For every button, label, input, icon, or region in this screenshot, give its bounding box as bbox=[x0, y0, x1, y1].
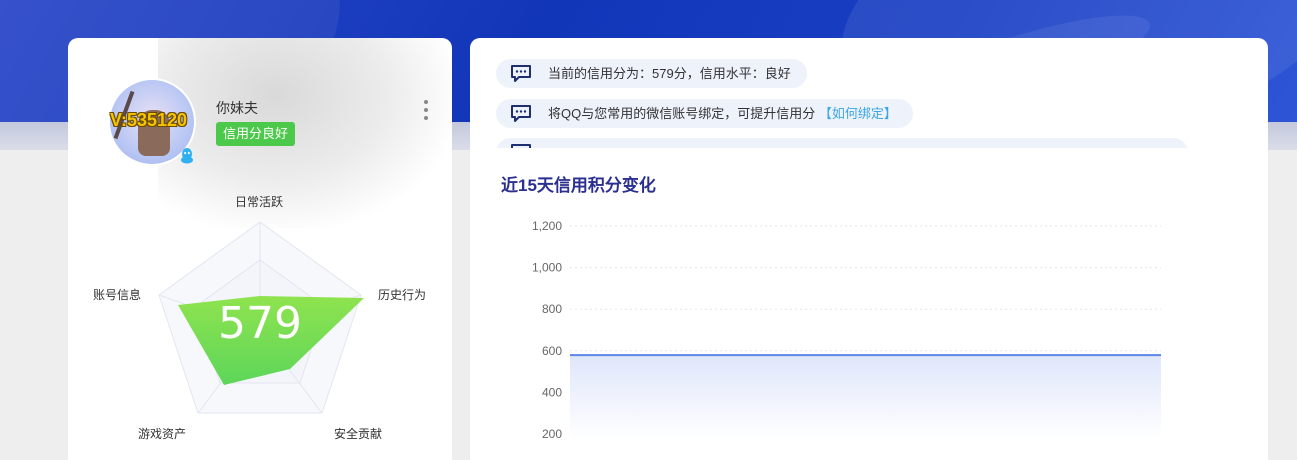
profile-card: V:535120 你妹夫 信用分良好 日常活跃 历史行为 安全贡献 游戏资产 账… bbox=[68, 38, 452, 460]
credit-trend-chart: 1,200 1,000 800 600 400 200 bbox=[470, 208, 1268, 460]
how-to-bind-link[interactable]: 【如何绑定】 bbox=[819, 106, 897, 121]
notice-partially-hidden bbox=[496, 138, 1188, 148]
radar-label-history-behavior: 历史行为 bbox=[378, 288, 427, 302]
message-icon bbox=[511, 105, 531, 122]
y-tick-label: 1,200 bbox=[532, 219, 562, 233]
credit-info-card: 当前的信用分为：579分，信用水平：良好 将QQ与您常用的微信账号绑定，可提升信… bbox=[470, 38, 1268, 460]
radar-label-game-assets: 游戏资产 bbox=[138, 427, 187, 441]
more-options-icon[interactable] bbox=[422, 98, 430, 122]
credit-radar-chart: 日常活跃 历史行为 安全贡献 游戏资产 账号信息 579 bbox=[68, 188, 452, 460]
chart-svg: 1,200 1,000 800 600 400 200 bbox=[532, 219, 1162, 441]
radar-label-security-contribution: 安全贡献 bbox=[334, 427, 383, 441]
y-tick-label: 1,000 bbox=[532, 261, 562, 275]
vip-label: V:535120 bbox=[110, 110, 188, 130]
qq-penguin-icon bbox=[181, 148, 193, 164]
chart-title: 近15天信用积分变化 bbox=[501, 176, 656, 195]
username: 你妹夫 bbox=[216, 100, 258, 116]
message-icon bbox=[511, 144, 531, 148]
radar-label-account-info: 账号信息 bbox=[93, 288, 142, 302]
notice-current-score: 当前的信用分为：579分，信用水平：良好 bbox=[496, 59, 807, 88]
notice-text: 当前的信用分为：579分，信用水平：良好 bbox=[548, 66, 791, 81]
y-tick-label: 600 bbox=[542, 344, 562, 358]
notice-text: 将QQ与您常用的微信账号绑定，可提升信用分 bbox=[548, 106, 816, 121]
credit-level-badge: 信用分良好 bbox=[216, 122, 296, 146]
series-area bbox=[570, 355, 1161, 440]
y-tick-label: 800 bbox=[542, 302, 562, 316]
message-icon bbox=[511, 65, 531, 82]
notice-bind-wechat: 将QQ与您常用的微信账号绑定，可提升信用分 【如何绑定】 bbox=[496, 99, 913, 128]
credit-score: 579 bbox=[218, 298, 302, 349]
notice-scroll-overflow bbox=[470, 134, 1268, 148]
y-tick-label: 200 bbox=[542, 427, 562, 441]
radar-label-daily-activity: 日常活跃 bbox=[235, 195, 284, 209]
y-tick-label: 400 bbox=[542, 385, 562, 399]
